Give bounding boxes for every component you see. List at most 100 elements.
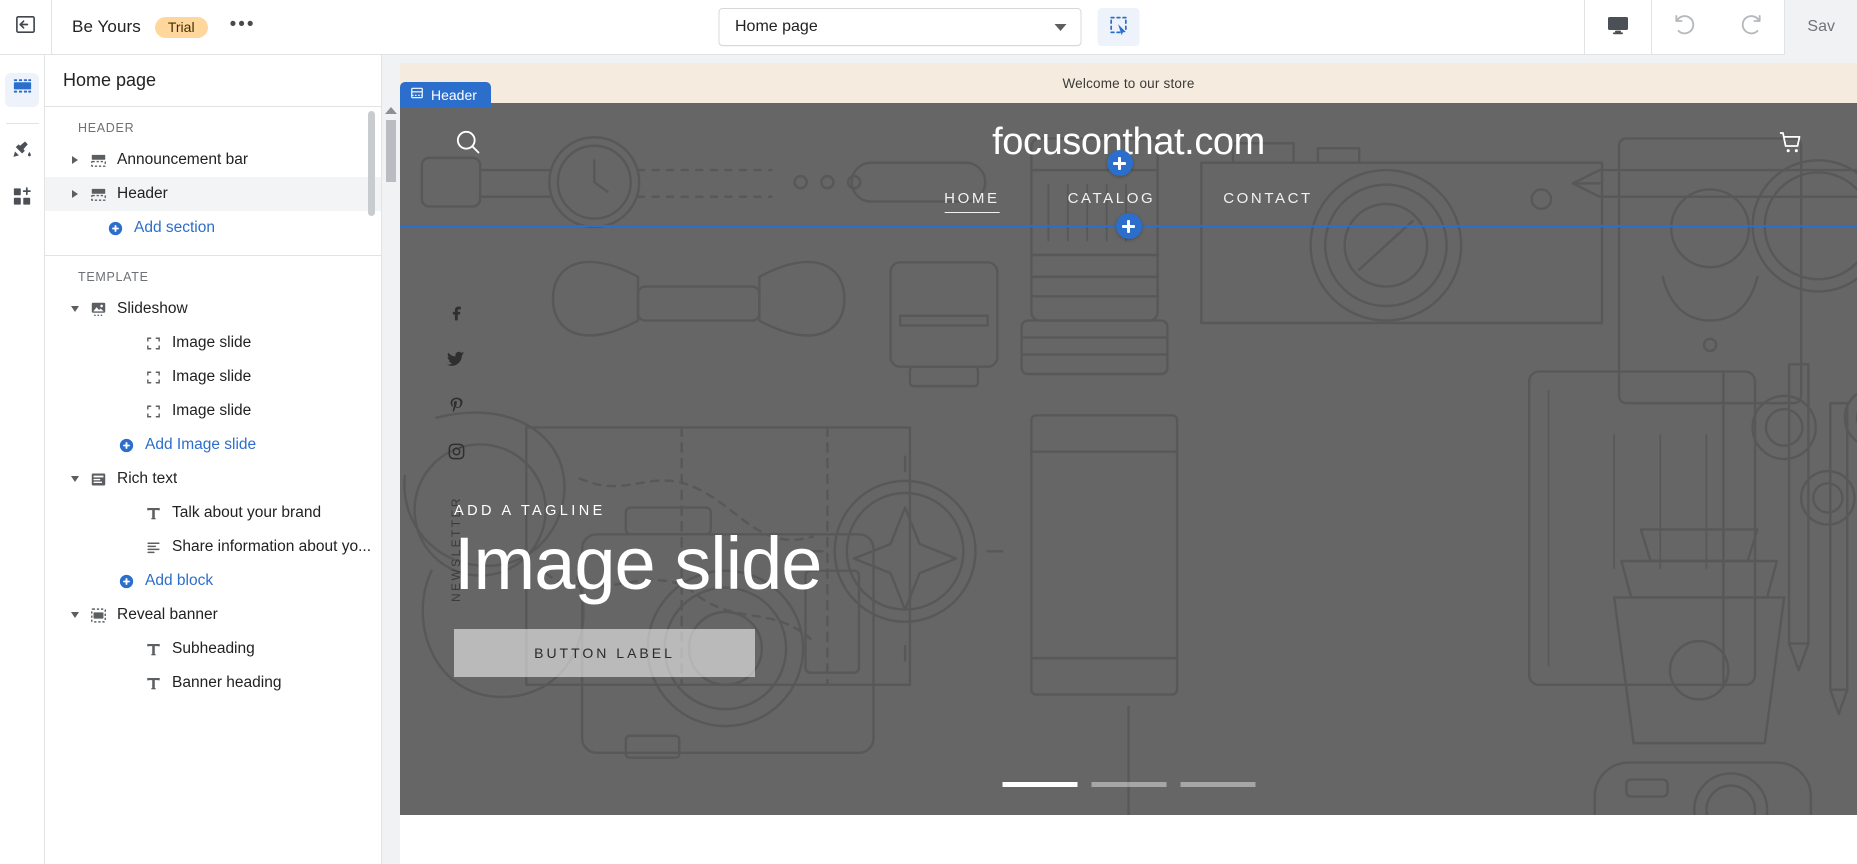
panel-row-label: Reveal banner bbox=[117, 606, 218, 623]
panel-add-block-button[interactable]: Add block bbox=[45, 564, 381, 598]
panel-add-label: Add Image slide bbox=[145, 436, 257, 453]
undo-button[interactable] bbox=[1652, 0, 1718, 55]
instagram-icon[interactable] bbox=[447, 442, 466, 466]
chevron-down-icon[interactable] bbox=[65, 306, 85, 312]
panel-row-label: Share information about yo... bbox=[172, 538, 372, 555]
apps-blocks-icon bbox=[11, 185, 34, 213]
scroll-up-arrow-icon[interactable] bbox=[385, 107, 397, 114]
preview-scrollbar-thumb[interactable] bbox=[386, 120, 396, 182]
panel-row-label: Header bbox=[117, 185, 168, 202]
exit-editor-button[interactable] bbox=[0, 0, 52, 54]
chevron-right-icon[interactable] bbox=[65, 190, 85, 198]
panel-group-label: TEMPLATE bbox=[78, 270, 149, 284]
store-nav-link-home[interactable]: HOME bbox=[944, 190, 1000, 213]
slideshow-dot-3[interactable] bbox=[1180, 782, 1255, 787]
rail-button-apps[interactable] bbox=[5, 182, 39, 216]
twitter-icon[interactable] bbox=[446, 349, 466, 374]
announcement-bar-section[interactable]: Welcome to our store bbox=[400, 63, 1857, 103]
image-section-icon bbox=[85, 301, 111, 318]
panel-scroll-area[interactable]: HEADER Announcement bar Header Add secti… bbox=[45, 107, 381, 864]
panel-add-section-button[interactable]: Add section bbox=[45, 211, 381, 245]
device-preview-button[interactable] bbox=[1585, 0, 1651, 55]
panel-scrollbar-track[interactable] bbox=[368, 107, 378, 864]
panel-row-reveal-banner[interactable]: Reveal banner bbox=[45, 598, 381, 632]
shopping-cart-icon[interactable] bbox=[1777, 129, 1805, 162]
rail-divider bbox=[5, 123, 39, 124]
panel-row-slideshow[interactable]: Slideshow bbox=[45, 292, 381, 326]
panel-row-label: Rich text bbox=[117, 470, 178, 487]
save-button[interactable]: Sav bbox=[1785, 0, 1857, 55]
select-tool-button[interactable] bbox=[1097, 8, 1139, 46]
store-nav-link-catalog[interactable]: CATALOG bbox=[1068, 190, 1156, 213]
preview-scrollbar[interactable] bbox=[382, 55, 400, 864]
slideshow-section[interactable]: focusonthat.com HOME CATALOG CONTACT NEW… bbox=[400, 103, 1857, 815]
panel-row-label: Image slide bbox=[172, 368, 252, 385]
panel-row-label: Talk about your brand bbox=[172, 504, 322, 521]
paragraph-block-icon bbox=[140, 539, 166, 556]
panel-row-banner-heading[interactable]: Banner heading bbox=[45, 666, 381, 700]
rail-button-sections[interactable] bbox=[5, 73, 39, 107]
panel-add-label: Add section bbox=[134, 219, 215, 236]
slide-tagline[interactable]: ADD A TAGLINE bbox=[454, 503, 821, 519]
panel-add-block-button[interactable]: Add Image slide bbox=[45, 428, 381, 462]
panel-row-image-slide[interactable]: Image slide bbox=[45, 360, 381, 394]
panel-group: HEADER Announcement bar Header Add secti… bbox=[45, 107, 381, 256]
panel-title: Home page bbox=[45, 55, 381, 107]
chevron-down-icon[interactable] bbox=[65, 476, 85, 482]
panel-row-image-slide[interactable]: Image slide bbox=[45, 394, 381, 428]
store-main-nav: HOME CATALOG CONTACT bbox=[944, 190, 1313, 213]
panel-row-image-slide[interactable]: Image slide bbox=[45, 326, 381, 360]
theme-editor-app: Be Yours Trial ••• Home page Sav Home pa… bbox=[0, 0, 1857, 864]
editor-body: Home page HEADER Announcement bar Header… bbox=[0, 55, 1857, 864]
slide-cta-button[interactable]: BUTTON LABEL bbox=[454, 629, 755, 678]
add-section-inline-button-middle[interactable] bbox=[1115, 213, 1142, 239]
panel-row-talk-about-your-brand[interactable]: Talk about your brand bbox=[45, 496, 381, 530]
section-bar-icon bbox=[85, 152, 111, 169]
crop-frame-icon bbox=[140, 369, 166, 386]
shop-name[interactable]: Be Yours bbox=[72, 17, 141, 37]
text-block-icon bbox=[140, 641, 166, 658]
crop-frame-icon bbox=[140, 403, 166, 420]
panel-row-label: Announcement bar bbox=[117, 151, 248, 168]
slideshow-dot-2[interactable] bbox=[1091, 782, 1166, 787]
plus-circle-icon bbox=[113, 437, 139, 454]
pinterest-icon[interactable] bbox=[447, 396, 466, 420]
redo-button[interactable] bbox=[1718, 0, 1784, 55]
slideshow-dot-1[interactable] bbox=[1002, 782, 1077, 787]
panel-row-rich-text[interactable]: Rich text bbox=[45, 462, 381, 496]
toolbar-right-group: Sav bbox=[1584, 0, 1857, 55]
panel-row-share-information-about-yo[interactable]: Share information about yo... bbox=[45, 530, 381, 564]
panel-row-label: Subheading bbox=[172, 640, 255, 657]
panel-row-subheading[interactable]: Subheading bbox=[45, 632, 381, 666]
slide-heading[interactable]: Image slide bbox=[454, 524, 822, 603]
rail-button-theme-settings[interactable] bbox=[5, 136, 39, 170]
undo-icon bbox=[1672, 12, 1698, 43]
banner-section-icon bbox=[85, 607, 111, 624]
trial-badge[interactable]: Trial bbox=[154, 16, 208, 38]
preview-gutter: Welcome to our store Header focusonthat.… bbox=[382, 55, 1857, 864]
rich-text-section-icon bbox=[85, 471, 111, 488]
add-section-inline-button-top[interactable] bbox=[1106, 150, 1133, 176]
panel-row-header[interactable]: Header bbox=[45, 177, 381, 211]
chevron-right-icon[interactable] bbox=[65, 156, 85, 164]
toolbar-center-group: Home page bbox=[718, 8, 1139, 46]
section-bar-icon bbox=[410, 86, 424, 103]
plus-circle-icon bbox=[113, 573, 139, 590]
announcement-text: Welcome to our store bbox=[1062, 75, 1195, 91]
store-nav-link-contact[interactable]: CONTACT bbox=[1223, 190, 1313, 213]
selected-section-badge[interactable]: Header bbox=[400, 82, 491, 107]
page-selector[interactable]: Home page bbox=[718, 8, 1081, 46]
storefront-preview: Welcome to our store Header focusonthat.… bbox=[400, 63, 1857, 864]
panel-group: TEMPLATE Slideshow Image slide Image sli… bbox=[45, 256, 381, 710]
panel-row-announcement-bar[interactable]: Announcement bar bbox=[45, 143, 381, 177]
top-toolbar: Be Yours Trial ••• Home page Sav bbox=[0, 0, 1857, 55]
section-bar-icon bbox=[85, 186, 111, 203]
chevron-down-icon[interactable] bbox=[65, 612, 85, 618]
text-block-icon bbox=[140, 505, 166, 522]
panel-scrollbar-thumb[interactable] bbox=[368, 111, 375, 216]
chevron-down-icon bbox=[1054, 23, 1066, 31]
facebook-icon[interactable] bbox=[447, 303, 466, 327]
search-icon[interactable] bbox=[454, 128, 482, 161]
panel-group-list: HEADER Announcement bar Header Add secti… bbox=[45, 107, 381, 710]
more-actions-button[interactable]: ••• bbox=[230, 15, 256, 40]
